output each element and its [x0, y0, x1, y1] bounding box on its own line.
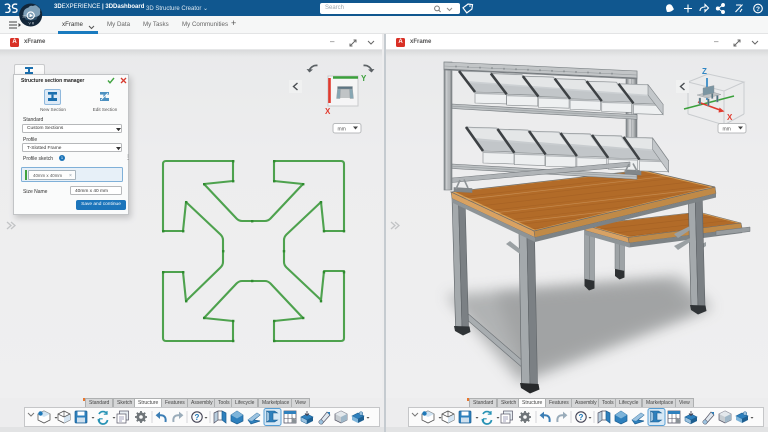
svg-text:mm: mm — [338, 127, 346, 133]
svg-text:?: ? — [756, 6, 760, 13]
svg-text:mm: mm — [723, 127, 731, 133]
svg-text:Z: Z — [702, 67, 707, 76]
svg-text:X: X — [325, 107, 331, 116]
svg-text:X: X — [727, 113, 733, 122]
svg-text:?: ? — [195, 413, 200, 422]
svg-text:V R: V R — [29, 22, 35, 26]
svg-text:Y: Y — [361, 74, 367, 83]
svg-text:3D: 3D — [22, 15, 27, 19]
